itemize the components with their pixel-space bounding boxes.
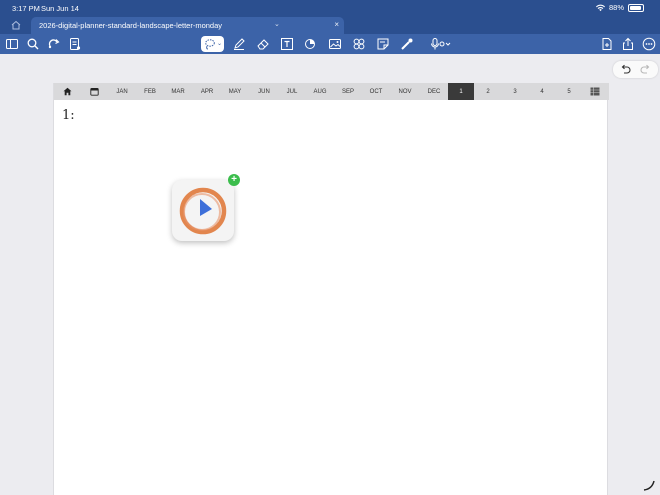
status-time: 3:17 PM <box>12 4 40 13</box>
add-page-icon[interactable] <box>600 37 614 51</box>
app-shortcut-tile[interactable] <box>172 180 234 241</box>
tab-bar: 2026-digital-planner-standard-landscape-… <box>0 16 660 34</box>
pen-icon[interactable] <box>232 37 246 51</box>
text-box-icon[interactable] <box>280 37 294 51</box>
month-tab-nov[interactable]: NOV <box>394 83 416 100</box>
chevron-down-icon[interactable]: ⌄ <box>274 20 280 28</box>
status-bar: 3:17 PM Sun Jun 14 88% <box>0 0 660 16</box>
day-tab-3[interactable]: 3 <box>502 83 528 100</box>
sticky-note-icon[interactable] <box>376 37 390 51</box>
eraser-icon[interactable] <box>256 37 270 51</box>
export-icon[interactable] <box>621 37 635 51</box>
lasso-tool-button[interactable]: ⌄ <box>201 36 224 52</box>
undo-icon[interactable] <box>620 64 631 75</box>
month-tab-sep[interactable]: SEP <box>337 83 359 100</box>
month-tab-jul[interactable]: JUL <box>281 83 303 100</box>
month-tab-apr[interactable]: APR <box>196 83 218 100</box>
close-icon[interactable]: × <box>334 20 339 29</box>
image-icon[interactable] <box>328 37 342 51</box>
share-add-icon[interactable] <box>47 37 61 51</box>
wifi-icon <box>595 4 605 11</box>
month-tab-jun[interactable]: JUN <box>253 83 275 100</box>
month-tab-oct[interactable]: OCT <box>365 83 387 100</box>
battery-percent: 88% <box>608 3 624 12</box>
search-icon[interactable] <box>26 37 40 51</box>
calendar-icon[interactable] <box>86 83 102 100</box>
chevron-down-icon: ⌄ <box>216 41 222 47</box>
sidebar-icon[interactable] <box>5 37 19 51</box>
day-tab-1[interactable]: 1 <box>448 83 474 100</box>
month-tab-feb[interactable]: FEB <box>139 83 161 100</box>
lasso-icon <box>205 39 215 50</box>
page-heading: 1: <box>62 108 75 123</box>
status-date: Sun Jun 14 <box>41 4 79 13</box>
battery-icon <box>628 3 644 12</box>
month-tab-mar[interactable]: MAR <box>167 83 189 100</box>
month-tab-jan[interactable]: JAN <box>111 83 133 100</box>
day-tab-2[interactable]: 2 <box>475 83 501 100</box>
status-right: 88% <box>595 3 644 12</box>
play-ring-icon <box>179 187 227 235</box>
day-tab-4[interactable]: 4 <box>529 83 555 100</box>
undo-redo-group <box>613 61 658 78</box>
toolbar: ⌄ <box>0 34 660 54</box>
month-tab-may[interactable]: MAY <box>224 83 246 100</box>
month-tab-dec[interactable]: DEC <box>423 83 445 100</box>
more-icon[interactable] <box>642 37 656 51</box>
home-icon[interactable] <box>8 18 24 32</box>
document-tab-title: 2026-digital-planner-standard-landscape-… <box>39 21 223 30</box>
redo-icon[interactable] <box>640 64 651 75</box>
planner-page[interactable]: JAN FEB MAR APR MAY JUN JUL AUG SEP OCT NOV DEC 1 2 3 4… <box>53 83 609 495</box>
month-tab-aug[interactable]: AUG <box>309 83 331 100</box>
resize-corner-icon[interactable] <box>642 479 656 491</box>
home-icon[interactable] <box>59 83 75 100</box>
sticker-icon[interactable] <box>352 37 366 51</box>
document-tab[interactable]: 2026-digital-planner-standard-landscape-… <box>31 17 344 34</box>
shapes-icon[interactable] <box>304 37 318 51</box>
doc-list-icon[interactable] <box>68 37 82 51</box>
notes-grid-icon[interactable] <box>587 83 603 100</box>
planner-nav-strip: JAN FEB MAR APR MAY JUN JUL AUG SEP OCT NOV DEC 1 2 3 4… <box>54 83 609 100</box>
add-badge-icon[interactable]: + <box>228 174 240 186</box>
day-tab-5[interactable]: 5 <box>556 83 582 100</box>
microphone-icon[interactable] <box>430 37 452 51</box>
laser-pointer-icon[interactable] <box>400 37 414 51</box>
